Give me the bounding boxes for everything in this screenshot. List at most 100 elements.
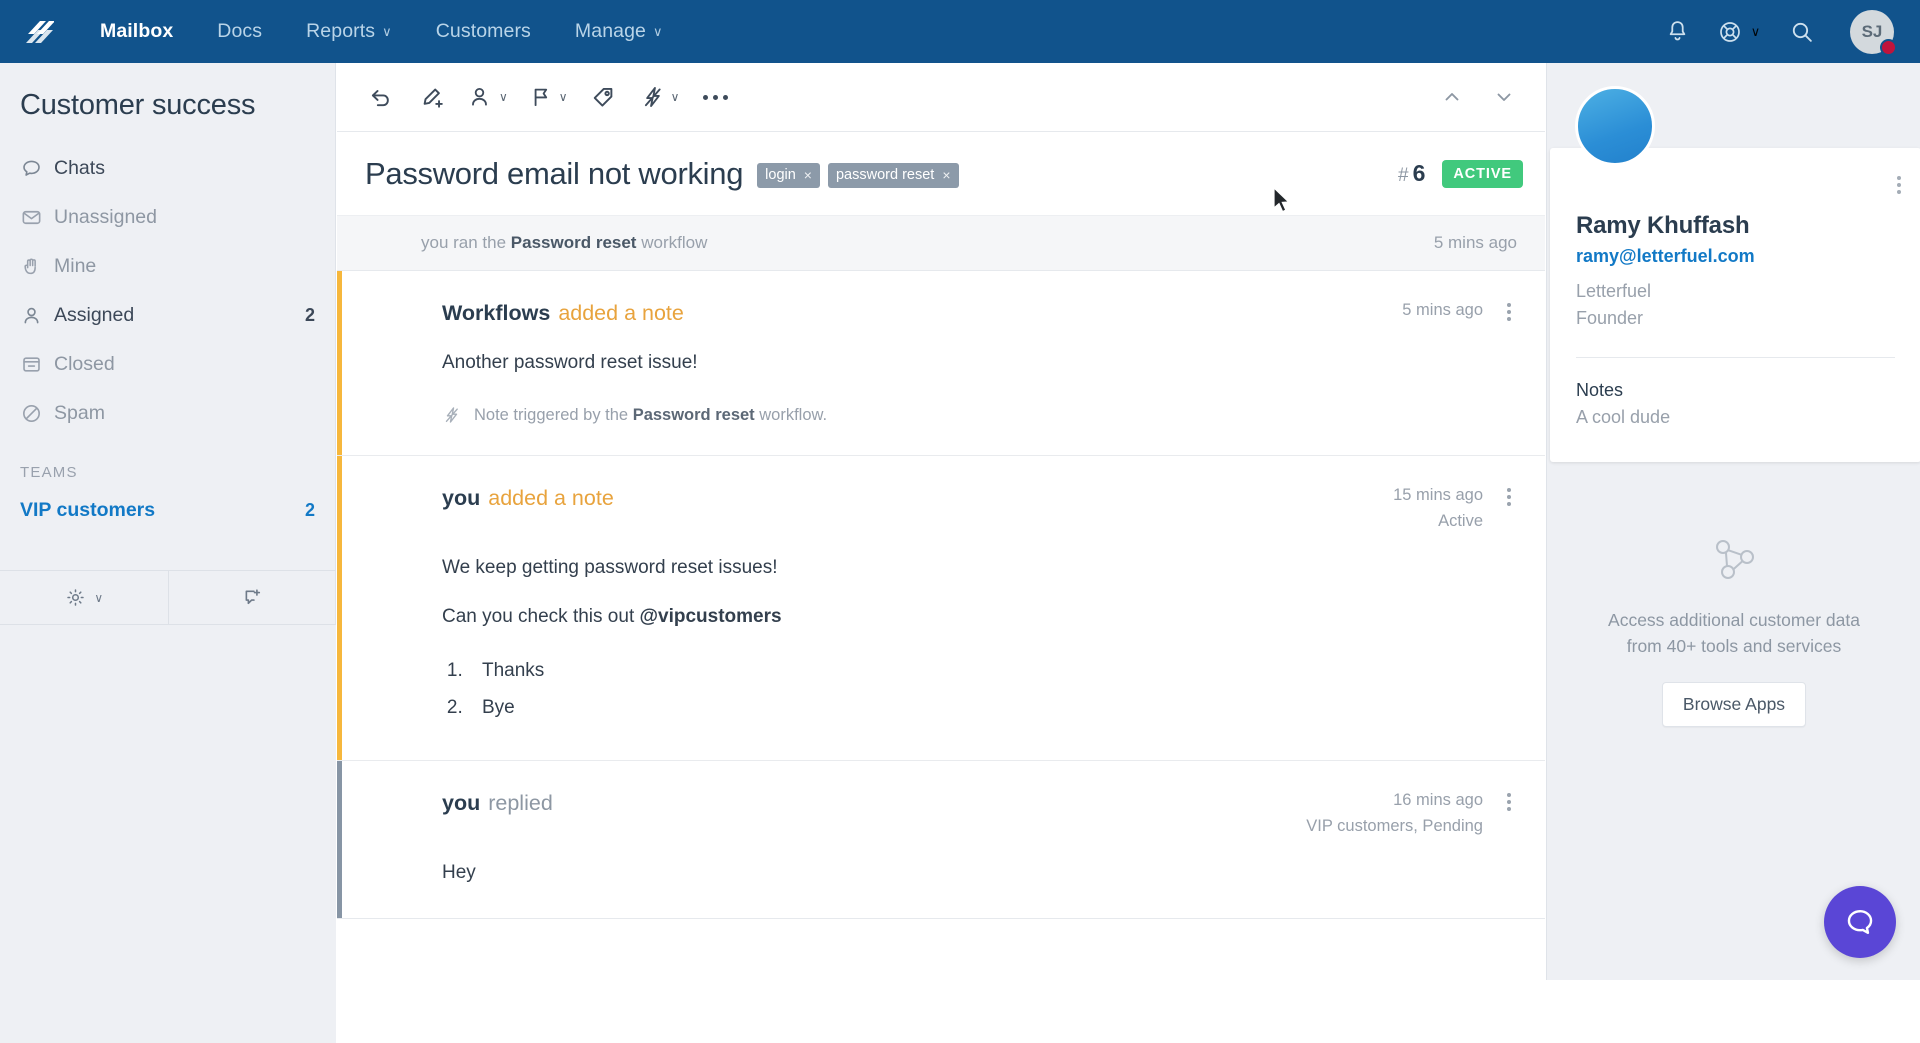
nav-item-reports[interactable]: Reports ∨: [284, 0, 414, 63]
nav-item-mailbox[interactable]: Mailbox: [78, 0, 195, 63]
sidebar-item-vip-customers[interactable]: VIP customers 2: [0, 490, 335, 530]
next-conversation-button[interactable]: [1478, 63, 1530, 132]
lightning-bolt-icon: [644, 86, 661, 108]
nav-item-docs[interactable]: Docs: [195, 0, 284, 63]
customer-menu-button[interactable]: [1893, 172, 1905, 198]
new-conversation-button[interactable]: [169, 571, 337, 624]
tag-icon: [593, 87, 613, 107]
thread-item-paragraph: We keep getting password reset issues!: [442, 557, 778, 579]
more-button[interactable]: [689, 63, 741, 132]
sidebar-settings-button[interactable]: ∨: [0, 571, 169, 624]
search-button[interactable]: [1770, 0, 1832, 63]
list-item: Thanks: [468, 657, 1517, 685]
workflow-run-time: 5 mins ago: [1433, 233, 1517, 252]
note-trigger-info: Note triggered by the Password reset wor…: [442, 405, 1517, 425]
add-note-button[interactable]: [406, 63, 458, 132]
assign-button[interactable]: ∨: [458, 63, 518, 132]
nav-item-manage[interactable]: Manage ∨: [553, 0, 685, 63]
status-badge[interactable]: ACTIVE: [1442, 159, 1523, 188]
conversation-number: #6: [1398, 160, 1425, 187]
chevron-down-icon: ∨: [94, 590, 104, 605]
notifications-button[interactable]: [1646, 0, 1708, 63]
thread-item-action: added a note: [558, 301, 684, 325]
thread-item-status: VIP customers, Pending: [1306, 817, 1483, 836]
tag-chip[interactable]: login ×: [757, 163, 820, 188]
note-trigger-prefix: Note triggered by the: [474, 405, 629, 424]
reply-button[interactable]: [354, 63, 406, 132]
primary-nav-links: Mailbox Docs Reports ∨ Customers Manage …: [78, 0, 685, 63]
pencil-plus-icon: [423, 88, 443, 108]
thread-item-time: 16 mins ago: [1393, 791, 1483, 810]
mailbox-title: Customer success: [20, 89, 256, 121]
thread-item-body: Hey: [442, 858, 1517, 887]
sidebar-item-label: Spam: [54, 402, 105, 424]
thread-item-times: 15 mins ago Active: [1393, 486, 1483, 531]
thread-item-status: Active: [1438, 512, 1483, 531]
apps-promo: Access additional customer data from 40+…: [1547, 533, 1920, 727]
app-logo[interactable]: [0, 18, 78, 46]
status-button[interactable]: ∨: [518, 63, 578, 132]
customer-card: Ramy Khuffash ramy@letterfuel.com Letter…: [1550, 148, 1920, 463]
apps-promo-text: Access additional customer data from 40+…: [1587, 607, 1881, 660]
chevron-down-icon: ∨: [1750, 23, 1761, 39]
sidebar-item-label: Assigned: [54, 304, 135, 326]
customer-email[interactable]: ramy@letterfuel.com: [1576, 246, 1895, 267]
divider: [1576, 357, 1895, 359]
thread-item-body: We keep getting password reset issues! C…: [442, 553, 1517, 721]
browse-apps-button[interactable]: Browse Apps: [1661, 681, 1807, 727]
customer-avatar[interactable]: [1575, 86, 1655, 166]
chevron-down-icon: ∨: [653, 23, 663, 39]
sidebar-item-chats[interactable]: Chats: [0, 144, 335, 193]
thread-item-header: you replied 16 mins ago VIP customers, P…: [442, 791, 1517, 836]
customer-name: Ramy Khuffash: [1576, 212, 1750, 239]
sidebar-item-closed[interactable]: Closed: [0, 340, 335, 389]
sidebar-item-spam[interactable]: Spam: [0, 389, 335, 438]
ellipsis-icon: [702, 94, 728, 100]
top-navigation-bar: Mailbox Docs Reports ∨ Customers Manage …: [0, 0, 1920, 63]
thread-item-menu-button[interactable]: [1501, 486, 1517, 508]
close-icon[interactable]: ×: [942, 167, 950, 183]
thread-item-menu-button[interactable]: [1501, 791, 1517, 813]
sidebar-bottom-toolbar: ∨: [0, 570, 336, 625]
sidebar-item-assigned[interactable]: Assigned 2: [0, 291, 335, 340]
thread-item-menu-button[interactable]: [1501, 301, 1517, 323]
conversation-header: Password email not working login × passw…: [337, 132, 1545, 216]
thread-item-paragraph: Hey: [442, 862, 476, 884]
lifebuoy-icon: [1719, 21, 1740, 42]
close-icon[interactable]: ×: [804, 167, 812, 183]
tag-label: password reset: [835, 167, 935, 183]
thread-item-body: Another password reset issue! Note trigg…: [442, 348, 1517, 425]
support-beacon-button[interactable]: [1824, 886, 1896, 958]
workflow-run-prefix: you ran the: [421, 233, 507, 252]
note-trigger-workflow-name: Password reset: [632, 405, 755, 424]
mention-token[interactable]: @vipcustomers: [640, 606, 782, 627]
sidebar-item-mine[interactable]: Mine: [0, 242, 335, 291]
previous-conversation-button[interactable]: [1426, 63, 1478, 132]
user-avatar[interactable]: SJ: [1850, 9, 1897, 56]
envelope-icon: [20, 206, 54, 229]
workflow-run-bar: you ran the Password reset workflow 5 mi…: [337, 216, 1545, 271]
conversation-nav: [1426, 63, 1545, 132]
sidebar-item-unassigned[interactable]: Unassigned: [0, 193, 335, 242]
tag-chip[interactable]: password reset ×: [827, 163, 959, 188]
nav-item-customers[interactable]: Customers: [414, 0, 553, 63]
chevron-down-icon: ∨: [382, 23, 392, 39]
mention-paragraph-text: Can you check this out: [442, 605, 640, 627]
thread-item-time: 15 mins ago: [1393, 486, 1483, 505]
chevron-down-icon: [1497, 93, 1511, 101]
workflow-button[interactable]: ∨: [630, 63, 690, 132]
flag-icon: [534, 88, 547, 107]
workflow-run-text: you ran the Password reset workflow: [421, 233, 707, 253]
help-button[interactable]: ∨: [1708, 0, 1770, 63]
tag-button[interactable]: [578, 63, 630, 132]
archive-icon: [20, 353, 54, 376]
thread-item-actor: you: [442, 486, 481, 511]
tag-label: login: [765, 167, 796, 183]
sidebar-item-label: Mine: [54, 255, 97, 277]
customer-notes-label: Notes: [1576, 380, 1624, 401]
lightning-bolt-icon: [445, 407, 458, 424]
reply-arrow-icon: [371, 89, 389, 106]
tag-list: login × password reset ×: [757, 159, 959, 188]
thread-item-actor: Workflows: [442, 301, 551, 325]
left-sidebar: Customer success Chats Unassigned Mine A…: [0, 63, 336, 1043]
